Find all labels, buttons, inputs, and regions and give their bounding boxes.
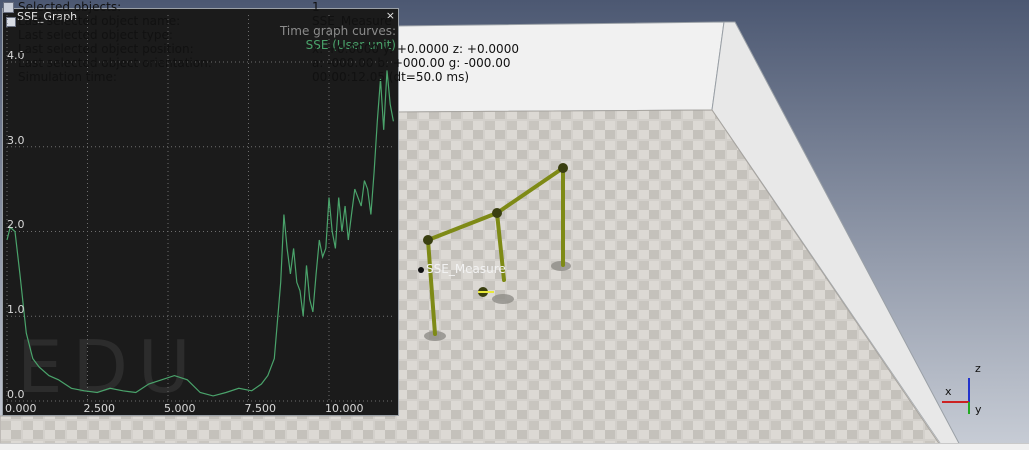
x-tick-label: 2.500 xyxy=(83,402,115,415)
series-line-sse xyxy=(6,70,394,397)
info-row-label: Last selected object name: xyxy=(18,14,181,28)
scene-object-label[interactable]: SSE_Measure xyxy=(426,262,506,276)
axis-x-label: x xyxy=(945,385,952,398)
info-row-value: a: -000.00 b: +000.00 g: -000.00 xyxy=(312,56,511,70)
x-tick-label: 0.000 xyxy=(5,402,37,415)
info-row-label: Last selected object type: xyxy=(18,28,173,42)
selected-object-dot[interactable] xyxy=(418,267,424,273)
x-tick-label: 5.000 xyxy=(163,402,196,415)
x-tick-label: 10.000 xyxy=(324,402,364,415)
info-row-value: SSE_Measure xyxy=(312,14,392,28)
axis-y-label: y xyxy=(975,403,982,416)
y-tick-label: 0.0 xyxy=(7,388,25,401)
shadow-2 xyxy=(492,294,514,304)
y-tick-label: 2.0 xyxy=(7,218,25,232)
axis-z-label: z xyxy=(975,362,981,375)
info-row-label: Last selected object position: xyxy=(18,42,194,56)
info-row-value: 00:00:12.05 (dt=50.0 ms) xyxy=(312,70,470,84)
info-row-label: Selected objects: xyxy=(18,0,122,14)
info-row-label: Last selected object orientation: xyxy=(18,56,212,70)
y-tick-label: 3.0 xyxy=(7,133,25,147)
info-row-value: x: +0.0000 y: +0.0000 z: +0.0000 xyxy=(312,42,519,56)
x-tick-label: 7.500 xyxy=(244,402,276,415)
info-toggle-icon[interactable] xyxy=(3,2,14,13)
y-tick-label: 1.0 xyxy=(7,303,25,317)
info-row-label: Simulation time: xyxy=(18,70,117,84)
info-row-value: 1 xyxy=(312,0,320,14)
